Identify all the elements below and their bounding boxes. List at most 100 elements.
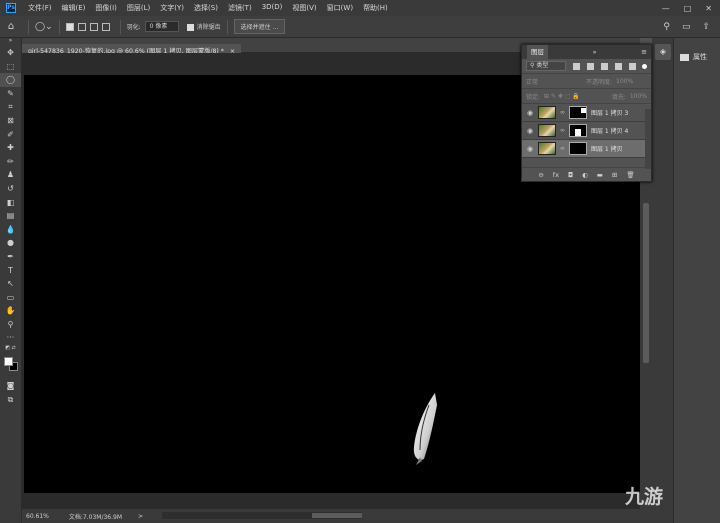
visibility-eye-icon[interactable]: ◉ bbox=[526, 145, 534, 153]
zoom-level[interactable]: 60.61% bbox=[26, 513, 49, 520]
dodge-tool-icon[interactable]: ● bbox=[0, 236, 21, 250]
collapse-panel-icon[interactable]: » bbox=[593, 48, 597, 56]
antialias-checkbox[interactable]: 消除锯齿 bbox=[186, 22, 221, 31]
move-tool-icon[interactable]: ✥ bbox=[0, 46, 21, 60]
type-tool-icon[interactable]: T bbox=[0, 264, 21, 278]
layer-mask-thumbnail[interactable] bbox=[569, 142, 587, 155]
layers-panel-icon[interactable]: ◈ bbox=[655, 44, 671, 60]
quick-select-tool-icon[interactable]: ✎ bbox=[0, 87, 21, 101]
eraser-tool-icon[interactable]: ◧ bbox=[0, 196, 21, 210]
horizontal-scroll-thumb[interactable] bbox=[312, 513, 362, 518]
path-selection-tool-icon[interactable]: ↖ bbox=[0, 277, 21, 291]
adjustment-filter-icon[interactable] bbox=[587, 62, 594, 70]
quick-mask-icon[interactable]: ◙ bbox=[0, 379, 21, 393]
blur-tool-icon[interactable]: 💧 bbox=[0, 223, 21, 237]
share-icon[interactable]: ⇪ bbox=[702, 22, 710, 32]
feather-input[interactable]: 0 像素 bbox=[144, 21, 179, 32]
trash-icon[interactable]: 🗑 bbox=[626, 171, 634, 179]
lock-icons[interactable]: ⊞ ✎ ✥ ⬚ 🔒 bbox=[544, 93, 580, 100]
mask-link-icon[interactable]: ∞ bbox=[560, 145, 565, 152]
maximize-button[interactable]: □ bbox=[684, 4, 692, 13]
marquee-tool-icon[interactable]: ⬚ bbox=[0, 60, 21, 74]
foreground-color[interactable] bbox=[4, 357, 13, 367]
filter-toggle-icon[interactable] bbox=[642, 63, 647, 69]
layer-name[interactable]: 图层 1 拷贝 3 bbox=[591, 108, 628, 117]
properties-tab[interactable]: 属性 bbox=[680, 52, 707, 62]
shape-filter-icon[interactable] bbox=[615, 62, 622, 70]
clone-stamp-tool-icon[interactable]: ♟ bbox=[0, 168, 21, 182]
layer-name[interactable]: 图层 1 拷贝 bbox=[591, 144, 623, 153]
opacity-value[interactable]: 100% bbox=[616, 78, 633, 85]
blend-mode-select[interactable]: 正常 bbox=[526, 77, 574, 86]
lasso-tool-icon[interactable]: ◯ bbox=[0, 73, 21, 87]
select-and-mask-button[interactable]: 选择并遮住 ... bbox=[233, 19, 286, 34]
fill-value[interactable]: 100% bbox=[630, 93, 647, 100]
visibility-eye-icon[interactable]: ◉ bbox=[526, 127, 534, 135]
subtract-from-selection-icon[interactable] bbox=[89, 22, 98, 31]
menu-item[interactable]: 图层(L) bbox=[127, 3, 150, 13]
crop-tool-icon[interactable]: ⌗ bbox=[0, 100, 21, 114]
new-selection-icon[interactable] bbox=[65, 22, 74, 31]
pixel-filter-icon[interactable] bbox=[573, 62, 580, 70]
menu-item[interactable]: 滤镜(T) bbox=[228, 3, 252, 13]
menu-item[interactable]: 编辑(E) bbox=[62, 3, 86, 13]
history-brush-tool-icon[interactable]: ↺ bbox=[0, 182, 21, 196]
horizontal-scrollbar[interactable] bbox=[162, 512, 362, 519]
layer-row[interactable]: ◉ ∞ 图层 1 拷贝 3 bbox=[522, 104, 651, 122]
lasso-tool-preset-icon[interactable]: ◯⌄ bbox=[35, 22, 53, 32]
rectangle-tool-icon[interactable]: ▭ bbox=[0, 291, 21, 305]
eyedropper-tool-icon[interactable]: ✐ bbox=[0, 128, 21, 142]
gradient-tool-icon[interactable]: ▤ bbox=[0, 209, 21, 223]
status-arrow[interactable]: > bbox=[138, 513, 143, 520]
menu-item[interactable]: 文字(Y) bbox=[160, 3, 184, 13]
adjustment-icon[interactable]: ◐ bbox=[582, 171, 588, 179]
zoom-tool-icon[interactable]: ⚲ bbox=[0, 318, 21, 332]
layer-thumbnail[interactable] bbox=[538, 124, 556, 137]
frame-tool-icon[interactable]: ⊠ bbox=[0, 114, 21, 128]
mask-link-icon[interactable]: ∞ bbox=[560, 109, 565, 116]
default-colors-icon[interactable]: ◩ ⇄ bbox=[0, 345, 21, 353]
layer-row[interactable]: ◉ ∞ 图层 1 拷贝 4 bbox=[522, 122, 651, 140]
menu-item[interactable]: 帮助(H) bbox=[363, 3, 388, 13]
layer-thumbnail[interactable] bbox=[538, 106, 556, 119]
panel-menu-icon[interactable]: ≡ bbox=[641, 48, 647, 56]
new-layer-icon[interactable]: ⊞ bbox=[612, 171, 617, 179]
fx-icon[interactable]: fx bbox=[553, 171, 559, 179]
layer-mask-thumbnail[interactable] bbox=[569, 106, 587, 119]
layer-thumbnail[interactable] bbox=[538, 142, 556, 155]
smart-object-filter-icon[interactable] bbox=[629, 62, 636, 70]
close-button[interactable]: ✕ bbox=[705, 4, 712, 13]
mask-icon[interactable]: ◘ bbox=[568, 171, 573, 179]
healing-brush-tool-icon[interactable]: ✚ bbox=[0, 141, 21, 155]
kind-filter-select[interactable]: ⚲ 类型 bbox=[526, 61, 566, 71]
collapse-icon[interactable]: » bbox=[0, 38, 21, 46]
layers-tab[interactable]: 图层 bbox=[527, 45, 548, 59]
workspace-icon[interactable]: ▭ bbox=[682, 22, 691, 32]
layer-name[interactable]: 图层 1 拷贝 4 bbox=[591, 126, 628, 135]
search-icon[interactable]: ⚲ bbox=[663, 22, 670, 32]
intersect-selection-icon[interactable] bbox=[101, 22, 110, 31]
layer-row[interactable]: ◉ ∞ 图层 1 拷贝 bbox=[522, 140, 651, 158]
more-tools-icon[interactable]: ··· bbox=[0, 331, 21, 345]
menu-item[interactable]: 视图(V) bbox=[292, 3, 316, 13]
type-filter-icon[interactable] bbox=[601, 62, 608, 70]
add-to-selection-icon[interactable] bbox=[77, 22, 86, 31]
minimize-button[interactable]: — bbox=[662, 4, 670, 13]
menu-item[interactable]: 文件(F) bbox=[28, 3, 52, 13]
link-icon[interactable]: ⊖ bbox=[538, 171, 543, 179]
menu-item[interactable]: 3D(D) bbox=[262, 3, 283, 13]
menu-item[interactable]: 选择(S) bbox=[194, 3, 218, 13]
visibility-eye-icon[interactable]: ◉ bbox=[526, 109, 534, 117]
layers-scrollbar[interactable] bbox=[645, 109, 651, 169]
menu-item[interactable]: 窗口(W) bbox=[327, 3, 353, 13]
screen-mode-icon[interactable]: ⧉ bbox=[0, 393, 21, 407]
pen-tool-icon[interactable]: ✒ bbox=[0, 250, 21, 264]
menu-item[interactable]: 图像(I) bbox=[95, 3, 117, 13]
hand-tool-icon[interactable]: ✋ bbox=[0, 304, 21, 318]
folder-icon[interactable]: ▬ bbox=[597, 171, 603, 179]
vertical-scroll-thumb[interactable] bbox=[643, 203, 649, 363]
home-icon[interactable]: ⌂ bbox=[0, 21, 22, 32]
brush-tool-icon[interactable]: ✏ bbox=[0, 155, 21, 169]
layer-mask-thumbnail[interactable] bbox=[569, 124, 587, 137]
mask-link-icon[interactable]: ∞ bbox=[560, 127, 565, 134]
